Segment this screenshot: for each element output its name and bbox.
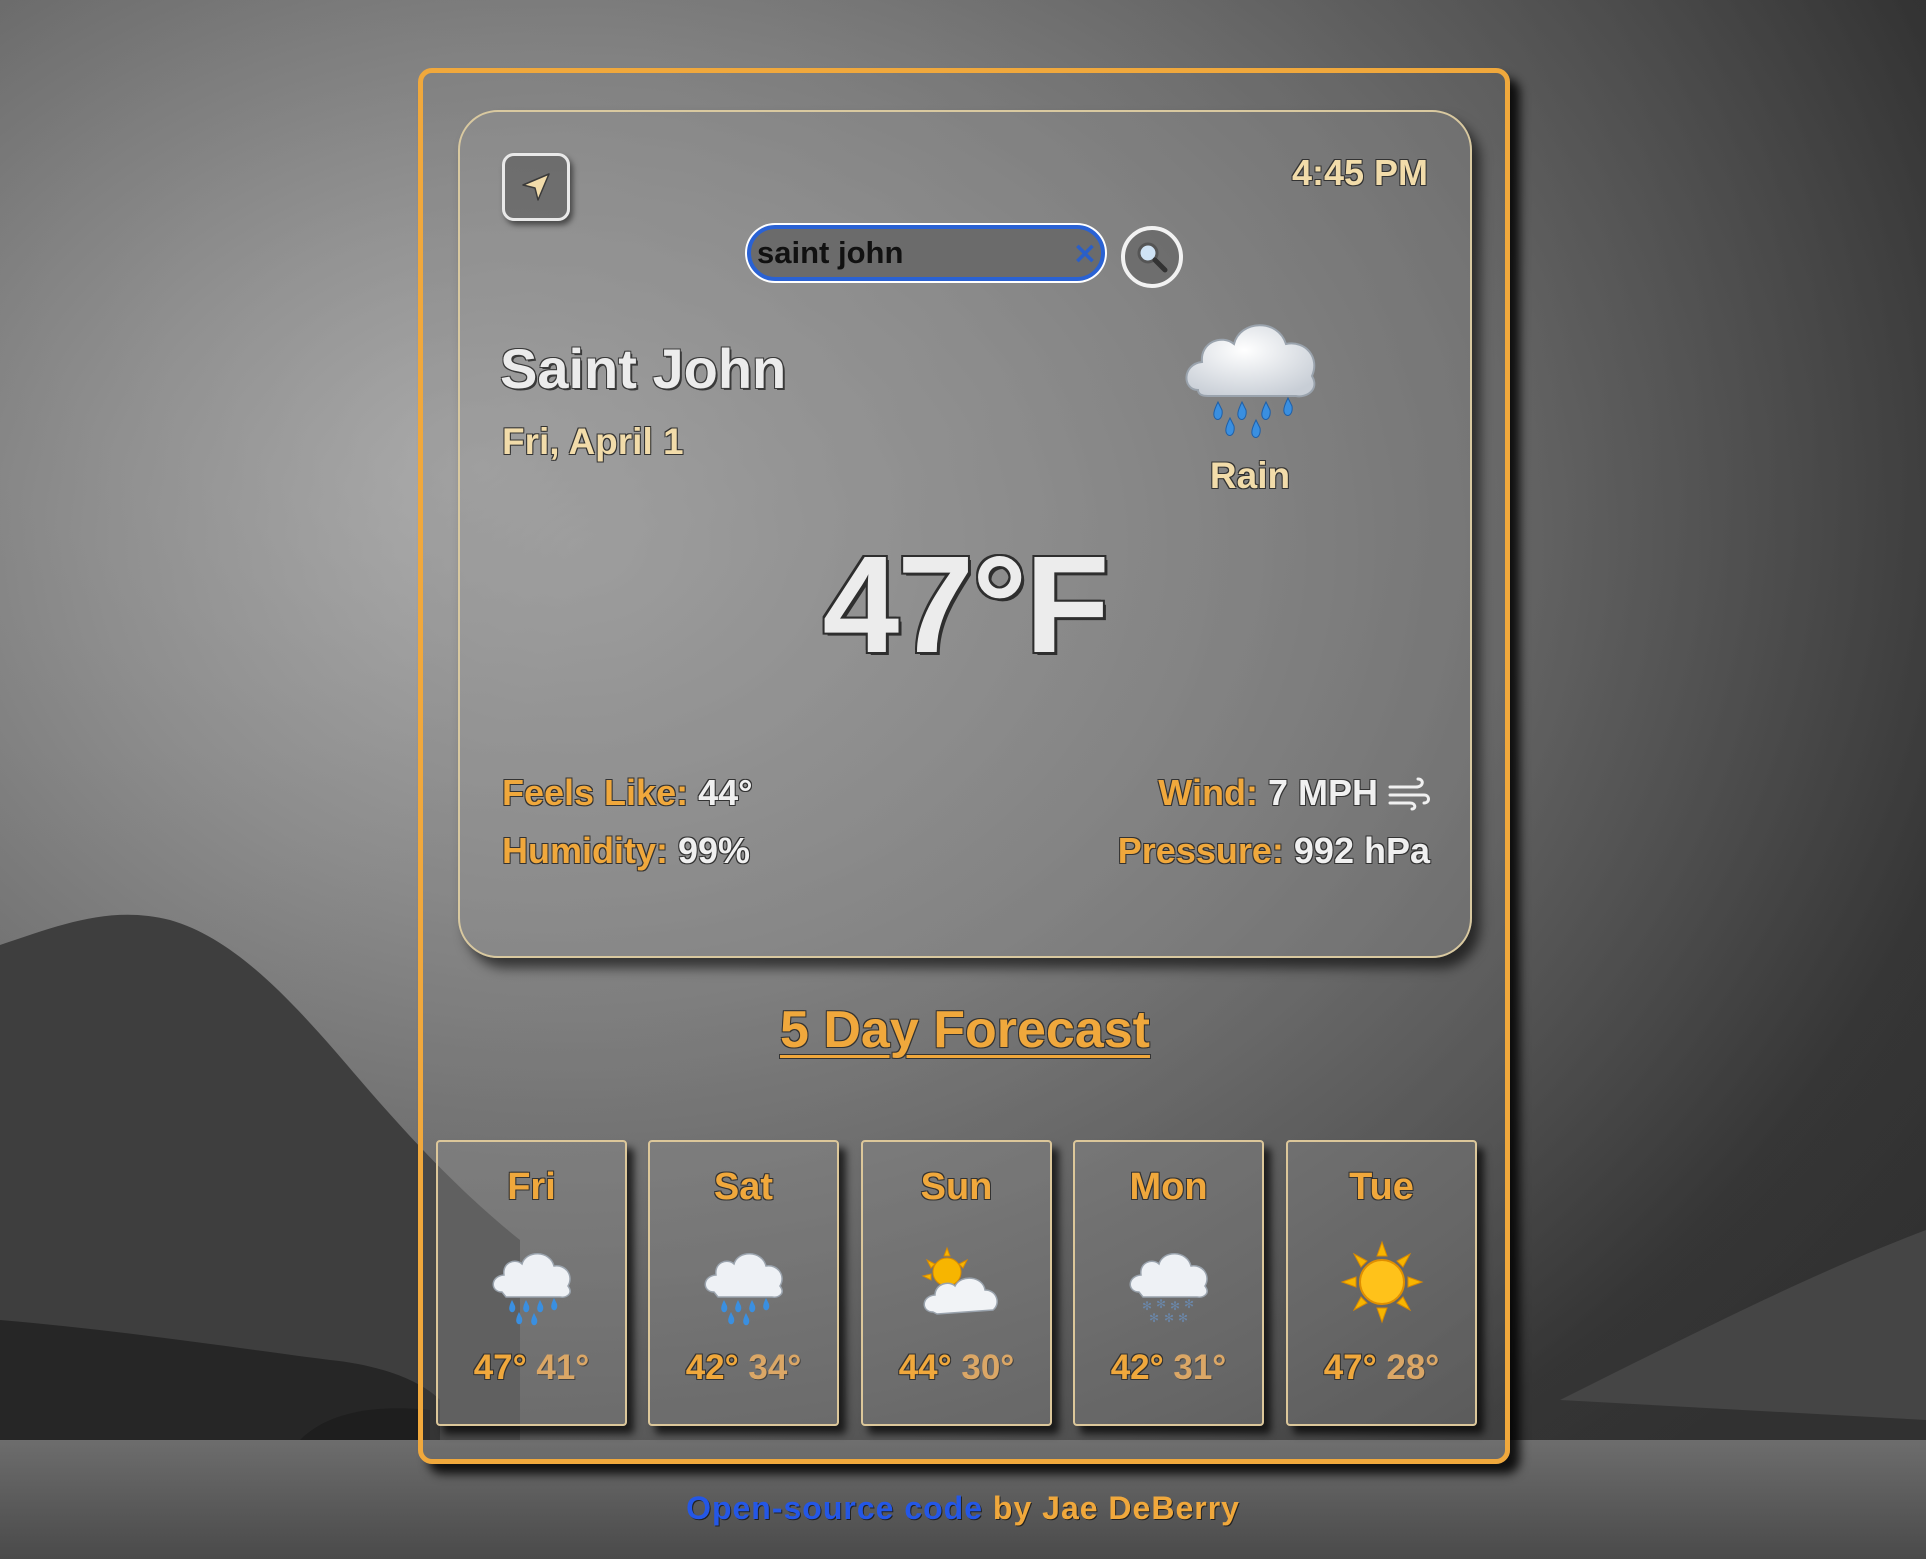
forecast-day-temps: 42° 31°	[1075, 1348, 1262, 1388]
forecast-day-name: Fri	[507, 1166, 556, 1208]
cloud-with-rain-icon	[1185, 324, 1316, 438]
feels-like-value: 44°	[698, 772, 753, 813]
forecast-high: 47°	[473, 1348, 527, 1387]
humidity-value: 99%	[678, 830, 751, 871]
svg-text:✻: ✻	[1148, 1311, 1158, 1325]
wind-value: 7 MPH	[1267, 772, 1378, 813]
feels-like-label: Feels Like:	[502, 772, 689, 813]
magnifying-glass-icon	[1137, 242, 1168, 273]
forecast-high: 42°	[685, 1348, 739, 1387]
forecast-title: 5 Day Forecast	[780, 1001, 1150, 1059]
forecast-day-name: Sat	[713, 1166, 774, 1208]
location-button[interactable]	[502, 153, 570, 221]
pressure-label: Pressure:	[1117, 830, 1284, 871]
feels-like: Feels Like: 44°	[502, 772, 753, 814]
svg-text:✻: ✻	[1183, 1297, 1193, 1311]
cloud-with-rain-icon	[492, 1253, 571, 1326]
wind-icon	[1388, 777, 1430, 811]
current-date: Fri, April 1	[502, 421, 684, 462]
humidity: Humidity: 99%	[502, 830, 750, 872]
search-button[interactable]	[1121, 226, 1183, 288]
forecast-day-card: Fri 47° 41°	[436, 1140, 627, 1426]
forecast-day-card: Sun 44° 30°	[861, 1140, 1052, 1426]
pressure-value: 992 hPa	[1293, 830, 1430, 871]
open-source-link[interactable]: Open-source code	[686, 1490, 983, 1526]
city-search-input[interactable]	[747, 225, 1105, 281]
forecast-low: 30°	[961, 1348, 1015, 1387]
current-temperature: 47°F	[822, 528, 1110, 682]
author-credit: by Jae DeBerry	[992, 1490, 1240, 1526]
wind: Wind: 7 MPH	[1158, 772, 1430, 814]
sun-behind-cloud-icon	[921, 1246, 998, 1315]
forecast-day-card: Sat 42° 34°	[648, 1140, 839, 1426]
forecast-day-temps: 44° 30°	[863, 1348, 1050, 1388]
forecast-low: 31°	[1173, 1348, 1227, 1387]
forecast-low: 41°	[536, 1348, 590, 1387]
location-arrow-icon	[522, 173, 550, 201]
forecast-day-card: Mon ✻ ✻ ✻ ✻ ✻ ✻ ✻ 42° 31°	[1073, 1140, 1264, 1426]
svg-text:✻: ✻	[1177, 1311, 1187, 1325]
forecast-day-name: Tue	[1349, 1166, 1414, 1208]
forecast-day-name: Mon	[1129, 1166, 1208, 1208]
forecast-low: 28°	[1386, 1348, 1440, 1387]
weather-condition: Rain	[1209, 455, 1291, 496]
current-time: 4:45 PM	[1291, 152, 1428, 193]
pressure: Pressure: 992 hPa	[1118, 830, 1430, 872]
cloud-with-snow-icon: ✻ ✻ ✻ ✻ ✻ ✻ ✻	[1129, 1253, 1208, 1325]
svg-text:✻: ✻	[1155, 1297, 1165, 1311]
forecast-high: 47°	[1323, 1348, 1377, 1387]
forecast-low: 34°	[748, 1348, 802, 1387]
clear-x-icon[interactable]: ×	[1071, 238, 1099, 270]
city-name: Saint John	[500, 337, 787, 400]
wind-label: Wind:	[1158, 772, 1258, 813]
sun-icon	[1340, 1240, 1423, 1324]
forecast-day-name: Sun	[920, 1166, 993, 1208]
forecast-high: 42°	[1110, 1348, 1164, 1387]
svg-text:✻: ✻	[1163, 1311, 1173, 1325]
forecast-day-card: Tue 47° 28°	[1286, 1140, 1477, 1426]
forecast-day-temps: 42° 34°	[650, 1348, 837, 1388]
forecast-day-temps: 47° 28°	[1288, 1348, 1475, 1388]
forecast-day-temps: 47° 41°	[438, 1348, 625, 1388]
footer-credits: Open-source code by Jae DeBerry	[0, 1490, 1926, 1527]
cloud-with-rain-icon	[704, 1253, 783, 1326]
forecast-high: 44°	[898, 1348, 952, 1387]
humidity-label: Humidity:	[502, 830, 668, 871]
